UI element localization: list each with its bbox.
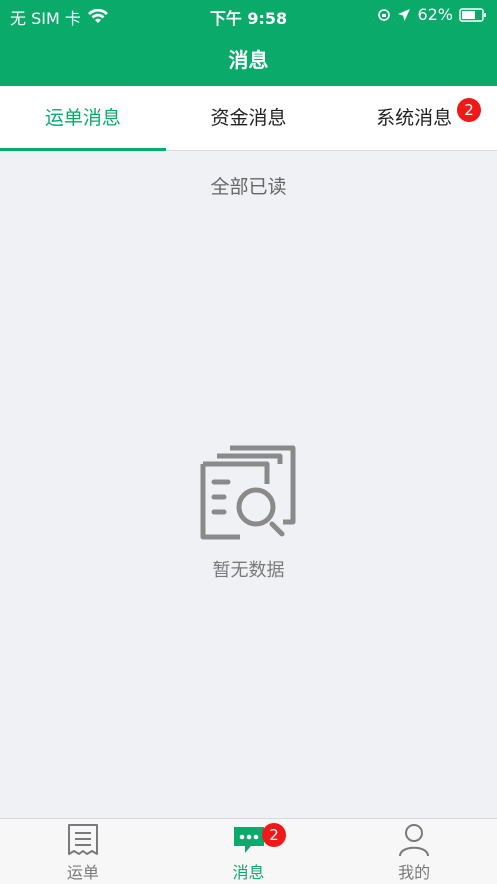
tab-system-messages[interactable]: 系统消息 2 [331,86,497,150]
tab-label: 系统消息 [376,107,453,129]
message-count-badge: 2 [262,823,286,847]
status-bar: 无 SIM 卡 下午 9:58 62% [0,0,497,30]
bottom-nav-profile[interactable]: 我的 [331,819,497,884]
page-title: 消息 [228,48,269,72]
tab-label: 资金消息 [210,107,287,129]
status-right: 62% [377,5,487,24]
mark-all-read-button[interactable]: 全部已读 [0,172,497,199]
tab-funds-messages[interactable]: 资金消息 [166,86,332,150]
bottom-nav-messages[interactable]: 消息 [166,819,332,884]
profile-icon [399,824,430,857]
battery-text: 62% [417,5,453,24]
waybill-icon [67,824,98,855]
empty-state-text: 暂无数据 [212,560,285,581]
bottom-nav-label: 消息 [232,863,265,882]
tab-waybill-messages[interactable]: 运单消息 [0,86,166,151]
bottom-nav: 运单 消息 我的 2 [0,818,497,884]
rotation-lock-icon [378,8,391,21]
location-arrow-icon [398,8,411,21]
message-tabs: 运单消息 资金消息 系统消息 2 [0,86,497,151]
tab-label: 运单消息 [44,107,121,129]
empty-document-search-icon [200,445,296,540]
nav-bar: 消息 [0,30,497,86]
bottom-nav-waybill[interactable]: 运单 [0,819,166,884]
unread-badge: 2 [457,98,482,122]
message-icon [233,827,264,853]
bottom-nav-label: 我的 [398,863,431,882]
bottom-nav-label: 运单 [66,863,99,882]
battery-icon [459,7,486,22]
